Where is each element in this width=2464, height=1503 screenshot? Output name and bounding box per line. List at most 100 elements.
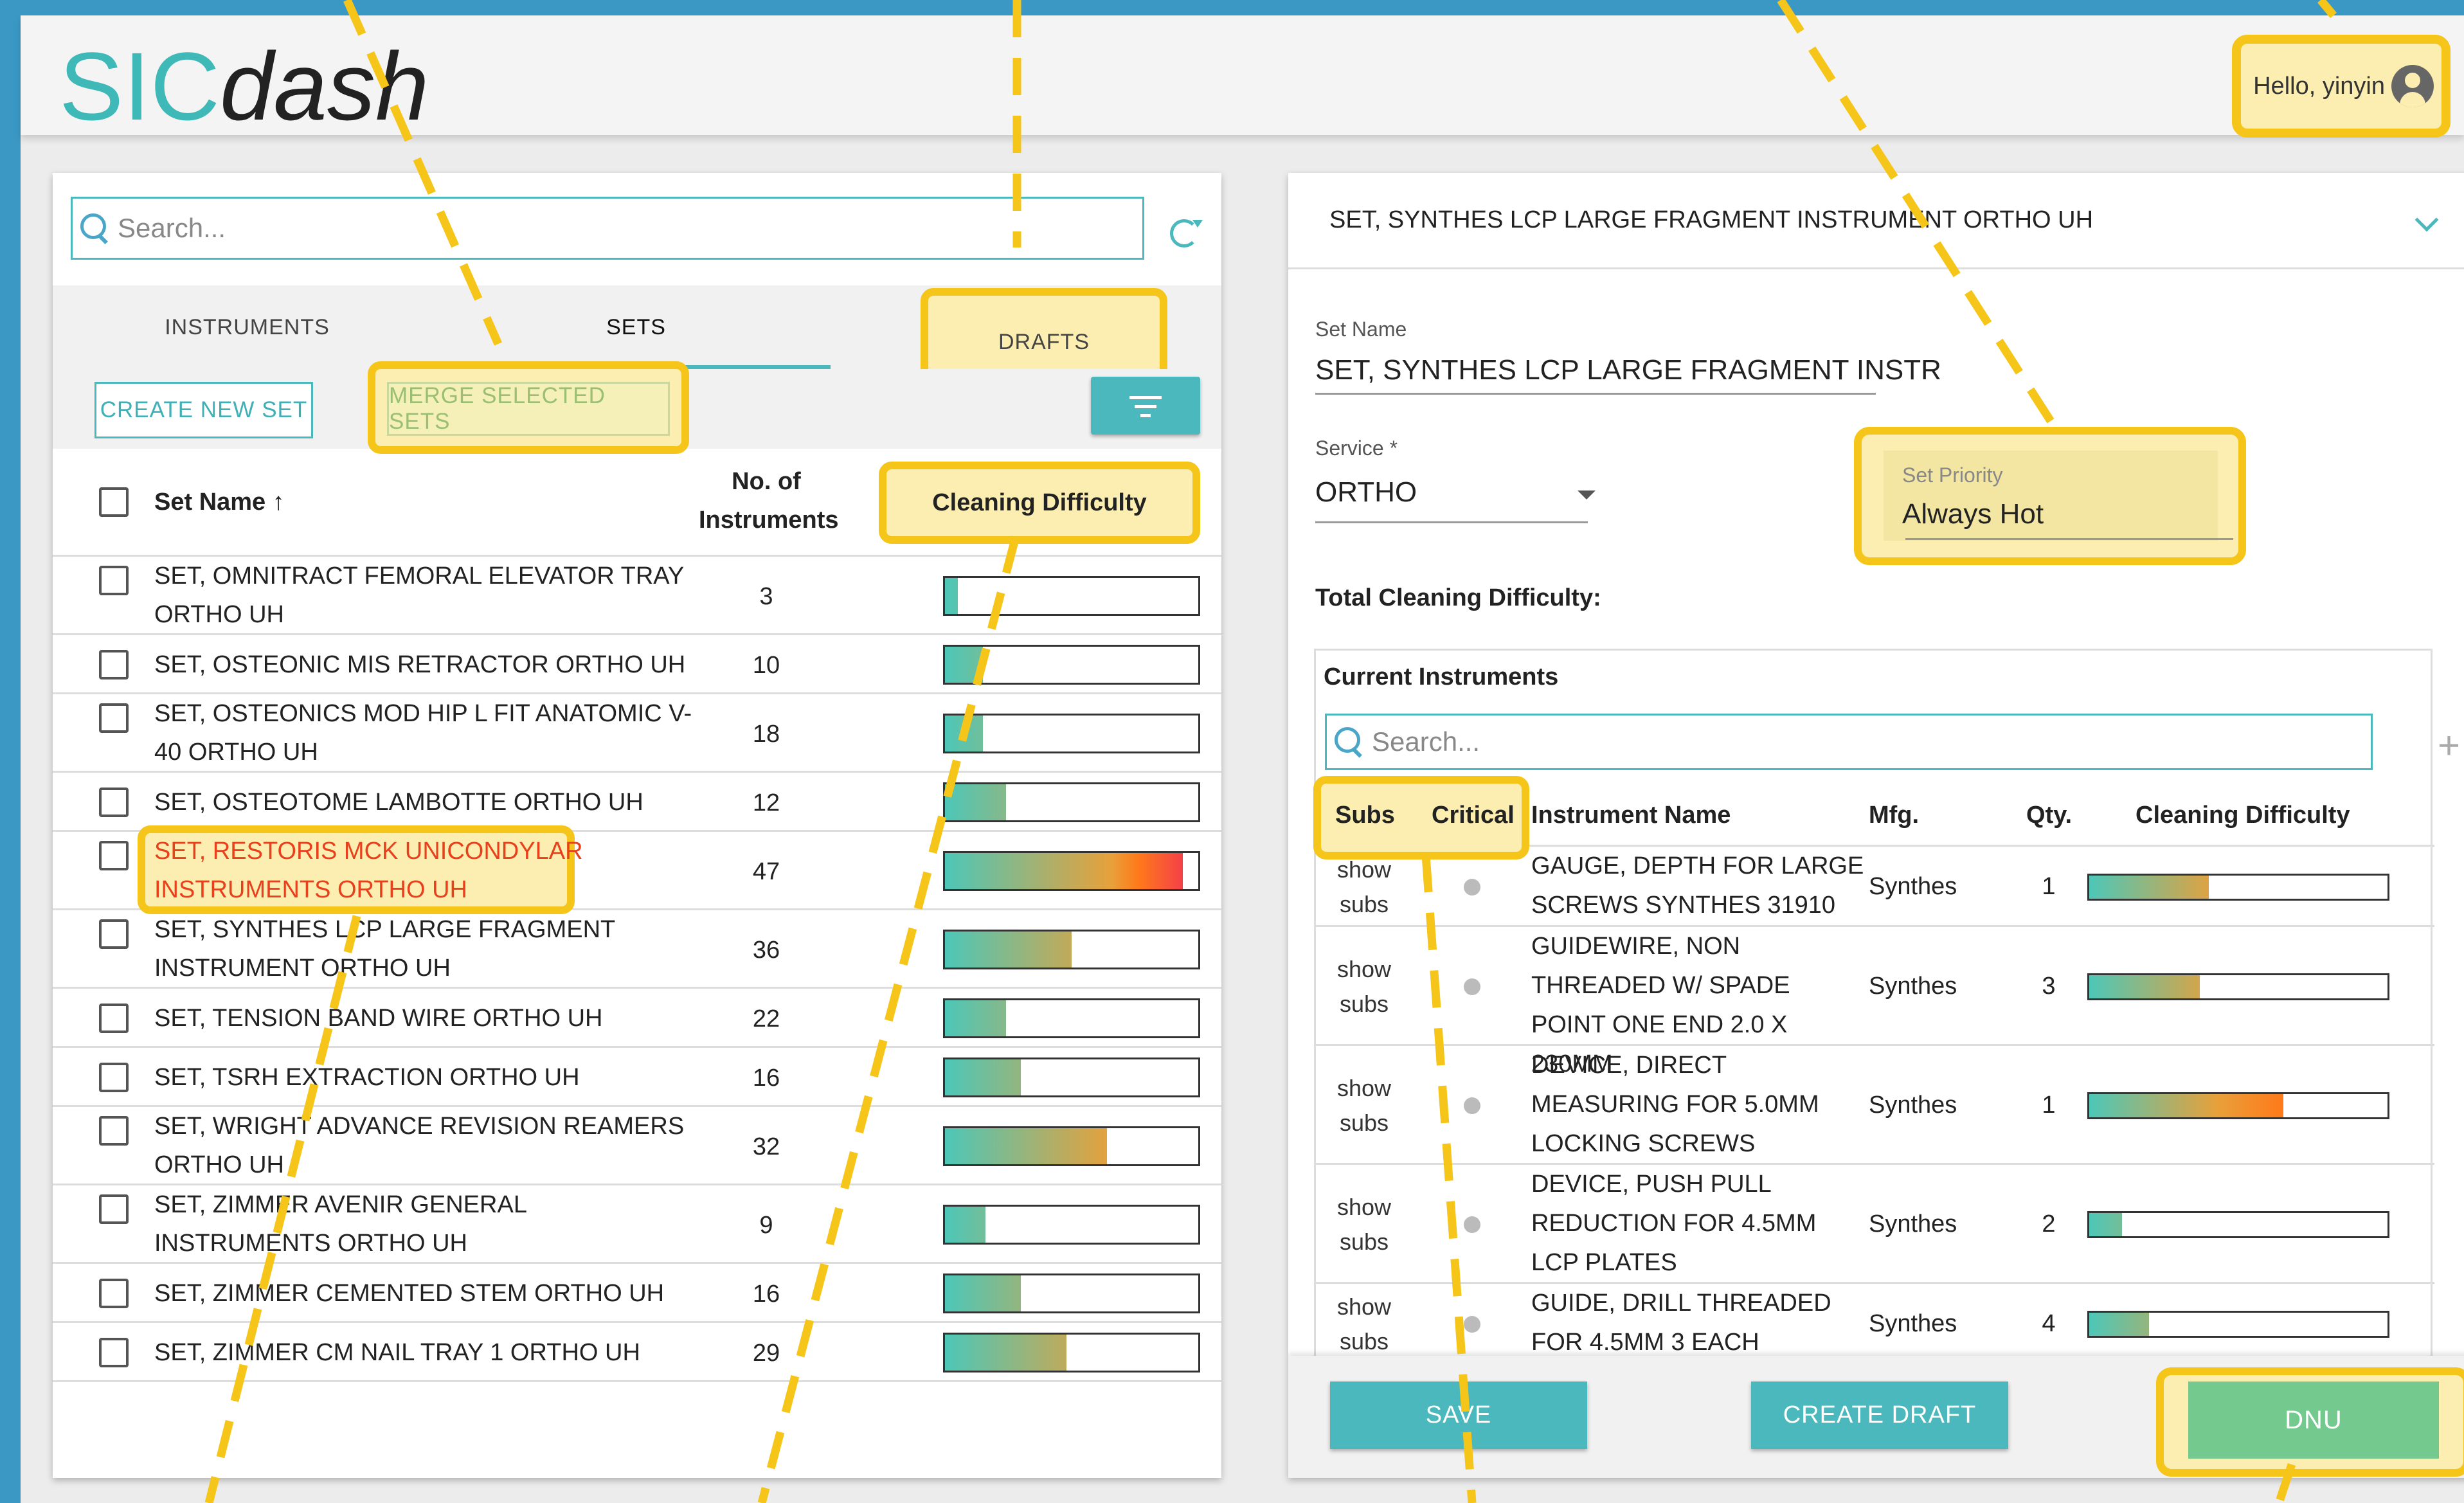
select-all-checkbox[interactable] bbox=[99, 487, 129, 517]
set-row-name: SET, SYNTHES LCP LARGE FRAGMENT INSTRUME… bbox=[154, 916, 615, 982]
set-difficulty-fill bbox=[945, 716, 984, 752]
set-row-checkbox[interactable] bbox=[99, 703, 129, 733]
set-row-instrument-count: 3 bbox=[759, 583, 773, 610]
show-subs-text-line1: show bbox=[1336, 1193, 1392, 1220]
set-row-checkbox[interactable] bbox=[99, 566, 129, 595]
instrument-row[interactable]: show subs GAUGE, DEPTH FOR LARGE SCREWS SY… bbox=[1316, 847, 2434, 927]
instrument-mfg: Synthes bbox=[1869, 972, 1957, 1000]
set-row[interactable]: SET, OMNITRACT FEMORAL ELEVATOR TRAY ORT… bbox=[53, 557, 1221, 635]
instrument-row[interactable]: show subs DEVICE, DIRECT MEASURING FOR 5.0… bbox=[1316, 1046, 2434, 1165]
dnu-button[interactable]: DNU bbox=[2188, 1382, 2439, 1459]
set-row-checkbox[interactable] bbox=[99, 1279, 129, 1308]
tab-sets[interactable]: SETS bbox=[442, 285, 831, 369]
set-row[interactable]: SET, ZIMMER CM NAIL TRAY 1 ORTHO UH 29 bbox=[53, 1323, 1221, 1382]
instrument-row[interactable]: show subs GUIDE, DRILL THREADED FOR 4.5MM … bbox=[1316, 1284, 2434, 1364]
set-difficulty-fill bbox=[945, 1275, 1021, 1311]
refresh-icon[interactable] bbox=[1170, 219, 1198, 248]
dropdown-caret-icon[interactable] bbox=[1578, 491, 1596, 500]
tab-instruments[interactable]: INSTRUMENTS bbox=[53, 285, 442, 369]
set-row[interactable]: SET, TENSION BAND WIRE ORTHO UH 22 bbox=[53, 989, 1221, 1048]
set-detail-header[interactable]: SET, SYNTHES LCP LARGE FRAGMENT INSTRUME… bbox=[1288, 173, 2464, 269]
instrument-difficulty-bar bbox=[2087, 1092, 2389, 1119]
set-row[interactable]: SET, RESTORIS MCK UNICONDYLAR INSTRUMENT… bbox=[53, 825, 1221, 914]
set-row[interactable]: SET, OSTEONIC MIS RETRACTOR ORTHO UH 10 bbox=[53, 635, 1221, 694]
set-row-instrument-count: 22 bbox=[752, 1005, 780, 1032]
show-subs-link[interactable]: show subs bbox=[1316, 952, 1412, 1022]
show-subs-text-line2: subs bbox=[1339, 990, 1389, 1017]
create-draft-button[interactable]: CREATE DRAFT bbox=[1751, 1382, 2008, 1449]
instrument-search-input[interactable] bbox=[1325, 714, 2373, 770]
set-row-instrument-count: 10 bbox=[752, 652, 780, 679]
set-row-checkbox[interactable] bbox=[99, 841, 129, 870]
show-subs-link[interactable]: show subs bbox=[1316, 1190, 1412, 1259]
set-row-checkbox[interactable] bbox=[99, 919, 129, 949]
set-row[interactable]: SET, SYNTHES LCP LARGE FRAGMENT INSTRUME… bbox=[53, 910, 1221, 989]
show-subs-link[interactable]: show subs bbox=[1316, 1290, 1412, 1359]
set-difficulty-bar bbox=[943, 1274, 1200, 1313]
set-row-checkbox[interactable] bbox=[99, 1338, 129, 1367]
service-select[interactable]: ORTHO bbox=[1315, 476, 1417, 509]
user-menu[interactable]: Hello, yinyin bbox=[2232, 35, 2451, 138]
show-subs-link[interactable]: show subs bbox=[1316, 852, 1412, 922]
set-row[interactable]: SET, WRIGHT ADVANCE REVISION REAMERS ORT… bbox=[53, 1107, 1221, 1185]
set-row-name: SET, WRIGHT ADVANCE REVISION REAMERS ORT… bbox=[154, 1113, 685, 1178]
set-difficulty-bar bbox=[943, 782, 1200, 822]
set-row[interactable]: SET, OSTEONICS MOD HIP L FIT ANATOMIC V-… bbox=[53, 694, 1221, 773]
set-row[interactable]: SET, ZIMMER AVENIR GENERAL INSTRUMENTS O… bbox=[53, 1185, 1221, 1264]
critical-indicator[interactable] bbox=[1464, 878, 1480, 896]
sets-search-field[interactable] bbox=[118, 213, 974, 244]
cleaning-difficulty-header[interactable]: Cleaning Difficulty bbox=[879, 462, 1200, 544]
search-icon bbox=[79, 212, 111, 244]
instrument-difficulty-bar bbox=[2087, 973, 2389, 1000]
set-name-column-header[interactable]: Set Name ↑ bbox=[154, 489, 285, 516]
instrument-qty: 1 bbox=[2042, 872, 2056, 900]
top-bar: SICdash Hello, yinyin bbox=[21, 15, 2464, 138]
set-difficulty-fill bbox=[945, 578, 958, 614]
instrument-difficulty-fill bbox=[2089, 1312, 2149, 1336]
instrument-search-field[interactable] bbox=[1372, 726, 2208, 757]
critical-indicator[interactable] bbox=[1464, 1315, 1480, 1333]
chevron-down-icon[interactable] bbox=[2415, 208, 2439, 232]
instrument-name: DEVICE, DIRECT MEASURING FOR 5.0MM LOCKI… bbox=[1531, 1052, 1819, 1157]
set-name-field[interactable]: SET, SYNTHES LCP LARGE FRAGMENT INSTR bbox=[1315, 354, 1941, 386]
create-new-set-button[interactable]: CREATE NEW SET bbox=[94, 382, 313, 438]
merge-selected-sets-button[interactable]: MERGE SELECTED SETS bbox=[387, 382, 670, 436]
instrument-row[interactable]: show subs GUIDEWIRE, NON THREADED W/ SPADE… bbox=[1316, 927, 2434, 1077]
set-row[interactable]: SET, OSTEOTOME LAMBOTTE ORTHO UH 12 bbox=[53, 773, 1221, 832]
instrument-qty: 1 bbox=[2042, 1091, 2056, 1119]
mfg-column-header[interactable]: Mfg. bbox=[1869, 802, 1919, 829]
instrument-qty: 2 bbox=[2042, 1210, 2056, 1238]
instrument-difficulty-bar bbox=[2087, 873, 2389, 901]
set-row-checkbox[interactable] bbox=[99, 1194, 129, 1224]
set-row-checkbox[interactable] bbox=[99, 1063, 129, 1092]
set-row[interactable]: SET, TSRH EXTRACTION ORTHO UH 16 bbox=[53, 1048, 1221, 1107]
critical-indicator[interactable] bbox=[1464, 1216, 1480, 1233]
set-row-instrument-count: 47 bbox=[752, 858, 780, 885]
set-row-checkbox[interactable] bbox=[99, 650, 129, 680]
set-row[interactable]: SET, ZIMMER CEMENTED STEM ORTHO UH 16 bbox=[53, 1264, 1221, 1323]
set-row-instrument-count: 16 bbox=[752, 1065, 780, 1092]
set-row-name: SET, ZIMMER CM NAIL TRAY 1 ORTHO UH bbox=[154, 1339, 640, 1366]
tab-bar: INSTRUMENTS SETS DRAFTS bbox=[53, 285, 1221, 396]
critical-indicator[interactable] bbox=[1464, 1097, 1480, 1114]
instrument-difficulty-column-header[interactable]: Cleaning Difficulty bbox=[2136, 802, 2350, 829]
save-button[interactable]: SAVE bbox=[1330, 1382, 1587, 1449]
set-row-checkbox[interactable] bbox=[99, 1116, 129, 1146]
set-row-checkbox[interactable] bbox=[99, 788, 129, 817]
set-priority-value[interactable]: Always Hot bbox=[1902, 498, 2044, 530]
sets-search-input[interactable] bbox=[71, 197, 1144, 260]
set-difficulty-bar bbox=[943, 930, 1200, 969]
show-subs-text-line1: show bbox=[1336, 856, 1392, 883]
set-difficulty-fill bbox=[945, 1059, 1021, 1095]
set-difficulty-fill bbox=[945, 1335, 1067, 1371]
add-icon[interactable]: + bbox=[2438, 726, 2460, 765]
set-row-checkbox[interactable] bbox=[99, 1004, 129, 1033]
instrument-row[interactable]: show subs DEVICE, PUSH PULL REDUCTION FOR … bbox=[1316, 1165, 2434, 1284]
critical-indicator[interactable] bbox=[1464, 978, 1480, 995]
filter-icon[interactable] bbox=[1091, 377, 1200, 435]
show-subs-link[interactable]: show subs bbox=[1316, 1071, 1412, 1140]
set-row-instrument-count: 18 bbox=[752, 721, 780, 748]
show-subs-text-line2: subs bbox=[1339, 1228, 1389, 1255]
instrument-name-column-header[interactable]: Instrument Name bbox=[1531, 802, 1731, 829]
qty-column-header[interactable]: Qty. bbox=[2026, 802, 2072, 829]
